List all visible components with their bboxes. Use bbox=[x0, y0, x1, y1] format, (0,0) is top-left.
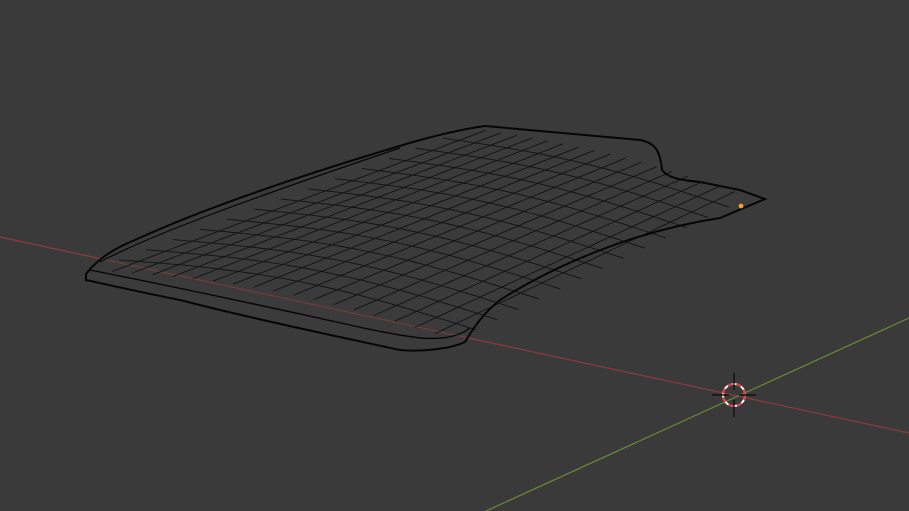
3d-viewport[interactable] bbox=[0, 0, 909, 511]
mesh-surface bbox=[86, 126, 765, 351]
object-origin-dot[interactable] bbox=[738, 203, 744, 209]
roof-mesh-object[interactable] bbox=[85, 124, 768, 352]
y-axis-line bbox=[485, 317, 909, 511]
